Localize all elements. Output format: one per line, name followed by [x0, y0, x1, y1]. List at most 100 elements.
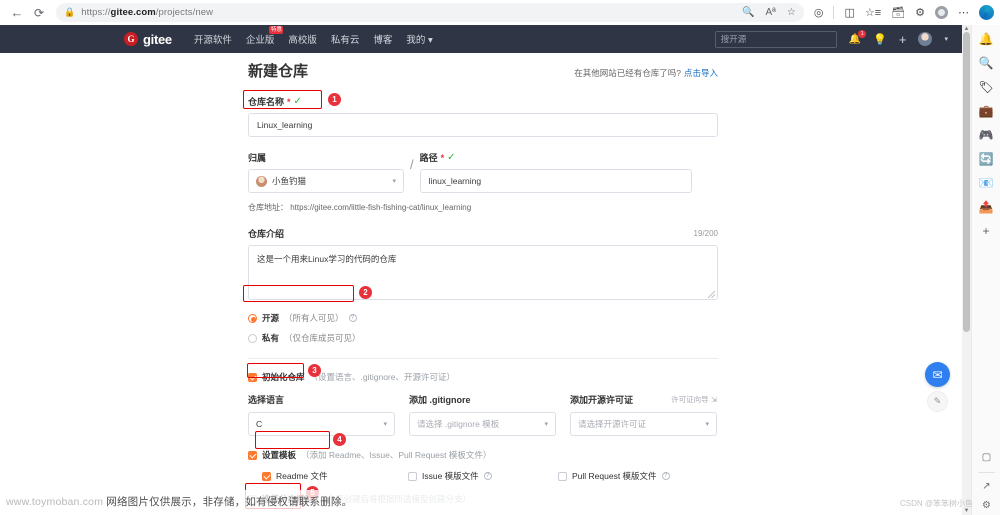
edge-sidebar-bottom: ▢ ↗ ⚙ [972, 453, 1000, 511]
checkbox-pr-icon[interactable] [558, 471, 567, 481]
owner-select[interactable]: 小鱼钓猫 ▾ [248, 169, 404, 193]
briefcase-icon[interactable]: 💼 [979, 105, 994, 117]
page-content: 新建仓库 在其他网站已经有仓库了吗? 点击导入 仓库名称 * ✓ Linux_le… [0, 53, 962, 515]
add-icon[interactable]: + [982, 225, 989, 237]
page-scrollbar[interactable]: ▲ ▼ [962, 25, 971, 515]
games-icon[interactable]: 🎮 [979, 129, 994, 141]
radio-public-icon[interactable] [248, 313, 257, 323]
edge-sidebar: 🔔 🔍 🏷 💼 🎮 🔄 📧 📤 + ▢ ↗ ⚙ [971, 25, 1000, 515]
notification-bell-icon[interactable]: 🔔 1 [849, 29, 867, 45]
language-select-value: C [256, 419, 263, 429]
pr-template-option[interactable]: Pull Request 模版文件 ? [558, 470, 670, 482]
drop-icon[interactable]: ▢ [982, 453, 991, 463]
annotation-number-2: 2 [359, 286, 372, 299]
desc-textarea[interactable]: 这是一个用来Linux学习的代码的仓库 [248, 245, 718, 300]
help-question-icon[interactable]: ? [483, 472, 492, 480]
tag-icon[interactable]: 🏷 [978, 81, 993, 93]
issue-template-option[interactable]: Issue 模版文件 ? [408, 470, 558, 482]
watermark-site: www.toymoban.com [6, 496, 104, 508]
chat-support-icon[interactable]: ✉ [925, 362, 950, 387]
license-label-text: 添加开源许可证 [570, 395, 634, 405]
back-arrow-icon[interactable]: ← [6, 2, 28, 24]
watermark-right: CSDN @笨笨树小鱼 [900, 499, 974, 508]
language-label: 选择语言 [248, 395, 285, 405]
favorite-icon[interactable]: ☆ [787, 7, 796, 18]
repo-address: 仓库地址： https://gitee.com/little-fish-fish… [248, 202, 718, 213]
checkbox-readme-icon[interactable] [262, 471, 271, 481]
user-avatar[interactable] [918, 32, 933, 46]
help-question-icon[interactable]: ? [348, 314, 357, 322]
gitee-nav: 开源软件 企业版 特惠 高校版 私有云 博客 我的 ▾ [194, 26, 433, 46]
extensions-icon[interactable]: ⚙ [915, 6, 925, 19]
chevron-down-icon[interactable]: ▾ [944, 35, 948, 43]
repo-name-label: 仓库名称 * ✓ [248, 95, 718, 108]
address-bar[interactable]: 🔒 https://gitee.com/projects/new 🔍 Aª ☆ [56, 3, 804, 22]
split-screen-icon[interactable]: ◫ [844, 6, 854, 19]
settings-more-icon[interactable]: ⋯ [958, 6, 969, 19]
radio-private-icon[interactable] [248, 333, 257, 343]
search-icon[interactable]: 🔍 [979, 57, 994, 69]
license-select[interactable]: 请选择开源许可证 ▾ [570, 412, 717, 436]
visibility-private-option[interactable]: 私有 （仅仓库成员可见） [248, 332, 718, 344]
zoom-out-icon[interactable]: 🔍 [742, 7, 754, 18]
feedback-edit-icon[interactable]: ✎ [927, 391, 948, 412]
header-right-actions: 搜开源 🔔 1 💡 + ▾ [714, 29, 962, 48]
nav-item-opensource[interactable]: 开源软件 [194, 32, 232, 46]
read-aloud-icon[interactable]: Aª [766, 7, 776, 18]
readme-option[interactable]: Readme 文件 [248, 470, 408, 482]
path-separator: / [410, 157, 414, 172]
nav-item-privatecloud[interactable]: 私有云 [331, 32, 360, 46]
gitee-logo-icon: G [124, 32, 138, 46]
chevron-down-icon: ▾ [705, 421, 709, 428]
language-column: 选择语言 C ▾ [248, 393, 395, 436]
checkbox-init-repo-icon[interactable] [248, 372, 257, 382]
add-icon[interactable]: + [899, 32, 907, 47]
outlook-icon[interactable]: 📧 [979, 177, 994, 189]
collections-icon[interactable]: ☆≡ [865, 6, 881, 19]
browser-toolbar: ← ⟳ 🔒 https://gitee.com/projects/new 🔍 A… [0, 0, 1000, 25]
path-input[interactable]: linux_learning [419, 169, 692, 193]
send-icon[interactable]: 📤 [979, 201, 994, 213]
repo-name-input[interactable]: Linux_learning [248, 113, 718, 137]
copilot-icon[interactable] [979, 5, 994, 20]
open-link-icon[interactable]: ↗ [982, 482, 990, 492]
gitee-logo[interactable]: G gitee [124, 32, 172, 47]
nav-item-education[interactable]: 高校版 [288, 32, 317, 46]
owner-path-row: 归属 小鱼钓猫 ▾ / 路径 * ✓ linux_learning [248, 137, 718, 193]
toolbar-divider [833, 6, 835, 19]
template-files-row: Readme 文件 Issue 模版文件 ? Pull Request 模版文件… [248, 470, 718, 482]
license-wizard-link[interactable]: 许可证向导 ⇲ [671, 394, 717, 405]
header-search-input[interactable]: 搜开源 [714, 30, 837, 48]
template-option[interactable]: 设置模板 （添加 Readme、Issue、Pull Request 模板文件） [248, 449, 718, 461]
checkbox-template-icon[interactable] [248, 450, 257, 460]
gitignore-select[interactable]: 请选择 .gitignore 模板 ▾ [409, 412, 556, 436]
resize-grip-icon[interactable] [708, 291, 715, 298]
browser-essentials-icon[interactable]: ◎ [814, 6, 824, 19]
visibility-public-option[interactable]: 开源 （所有人可见） ? [248, 312, 718, 324]
gitee-header: G gitee 开源软件 企业版 特惠 高校版 私有云 博客 我的 ▾ 搜开源 🔔… [0, 25, 962, 53]
checkbox-issue-icon[interactable] [408, 471, 417, 481]
help-question-icon[interactable]: ? [661, 472, 670, 480]
favorites-bar-icon[interactable]: 🗃 [891, 6, 905, 19]
owner-label: 归属 [248, 153, 267, 163]
license-select-value: 请选择开源许可证 [578, 419, 647, 429]
bell-icon[interactable]: 🔔 [979, 33, 994, 45]
import-link[interactable]: 点击导入 [684, 68, 718, 78]
desc-label: 仓库介绍 [248, 229, 285, 239]
profile-icon[interactable] [935, 6, 948, 19]
browser-essentials-icon[interactable]: 🔄 [979, 153, 994, 165]
nav-item-enterprise[interactable]: 企业版 特惠 [246, 26, 284, 46]
language-select[interactable]: C ▾ [248, 412, 395, 436]
idea-bulb-icon[interactable]: 💡 [873, 33, 887, 46]
path-column: 路径 * ✓ linux_learning [419, 137, 718, 193]
chevron-down-icon: ▾ [383, 421, 387, 428]
settings-gear-icon[interactable]: ⚙ [982, 501, 991, 511]
init-repo-sub: （设置语言、.gitignore、开源许可证） [309, 372, 455, 382]
annotation-number-4: 4 [333, 433, 346, 446]
reload-icon[interactable]: ⟳ [28, 2, 50, 24]
nav-item-blog[interactable]: 博客 [373, 32, 392, 46]
desc-counter: 19/200 [693, 229, 718, 238]
scrollbar-thumb[interactable] [963, 32, 970, 332]
nav-item-mine[interactable]: 我的 ▾ [406, 32, 432, 46]
sidebar-divider [978, 472, 995, 473]
